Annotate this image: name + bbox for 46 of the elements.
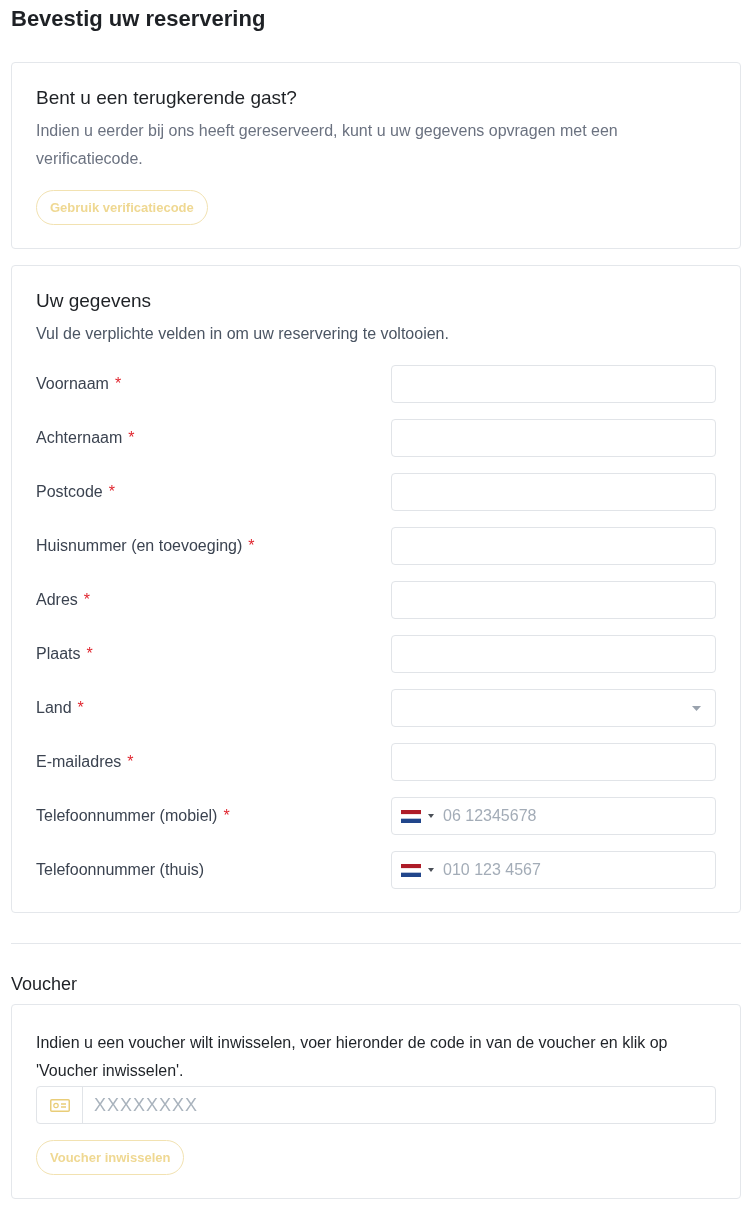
flag-icon — [401, 863, 421, 877]
field-label: Telefoonnummer (thuis) — [36, 860, 205, 880]
input-field[interactable] — [391, 743, 716, 781]
field-label: Land — [36, 698, 72, 718]
field-label: Voornaam — [36, 374, 109, 394]
phone-field[interactable]: 010 123 4567 — [391, 851, 716, 889]
required-asterisk: * — [77, 698, 84, 718]
phone-field[interactable]: 06 12345678 — [391, 797, 716, 835]
card-icon — [49, 1098, 70, 1112]
required-asterisk: * — [83, 590, 91, 610]
field-label: Huisnummer (en toevoeging) — [36, 536, 243, 556]
instruction-text: Indien u een voucher wilt inwisselen, voer hieronder de code in van de voucher en klik op 'Voucher inwisselen'. — [36, 1033, 669, 1081]
phone-number-input[interactable]: 06 12345678 — [434, 798, 715, 834]
page-title: Bevestig uw reservering — [11, 5, 267, 33]
field-label: Telefoonnummer (mobiel) — [36, 806, 218, 826]
input-field[interactable] — [391, 635, 716, 673]
input-field[interactable] — [391, 581, 716, 619]
required-asterisk: * — [86, 644, 93, 664]
caret-icon — [428, 868, 434, 872]
caret-icon — [692, 705, 701, 711]
section-heading: Voucher — [11, 973, 79, 996]
flag-icon — [401, 809, 421, 823]
input-field[interactable] — [391, 365, 716, 403]
field-label: Postcode — [36, 482, 103, 502]
field-label: E-mailadres — [36, 752, 122, 772]
select-field[interactable] — [391, 689, 716, 727]
required-asterisk: * — [248, 536, 255, 556]
description-text: Indien u eerder bij ons heeft gereserveerd, kunt u uw gegevens opvragen met een verificatiecode. — [36, 121, 619, 169]
required-asterisk: * — [108, 482, 115, 502]
caret-icon — [428, 814, 434, 818]
field-label: Adres — [36, 590, 78, 610]
required-asterisk: * — [127, 752, 134, 772]
field-label: Plaats — [36, 644, 81, 664]
input-field[interactable] — [391, 473, 716, 511]
required-asterisk: * — [114, 374, 122, 394]
input-field[interactable] — [391, 527, 716, 565]
section-heading: Bent u een terugkerende gast? — [36, 86, 298, 110]
required-asterisk: * — [128, 428, 135, 448]
section-heading: Uw gegevens — [36, 289, 153, 313]
country-code-button[interactable] — [401, 809, 434, 823]
required-asterisk: * — [223, 806, 230, 826]
phone-number-input[interactable]: 010 123 4567 — [434, 852, 715, 888]
field-label: Achternaam — [36, 428, 123, 448]
input-field[interactable] — [391, 419, 716, 457]
country-code-button[interactable] — [401, 863, 434, 877]
instruction-text: Vul de verplichte velden in om uw reservering te voltooien. — [36, 324, 450, 344]
